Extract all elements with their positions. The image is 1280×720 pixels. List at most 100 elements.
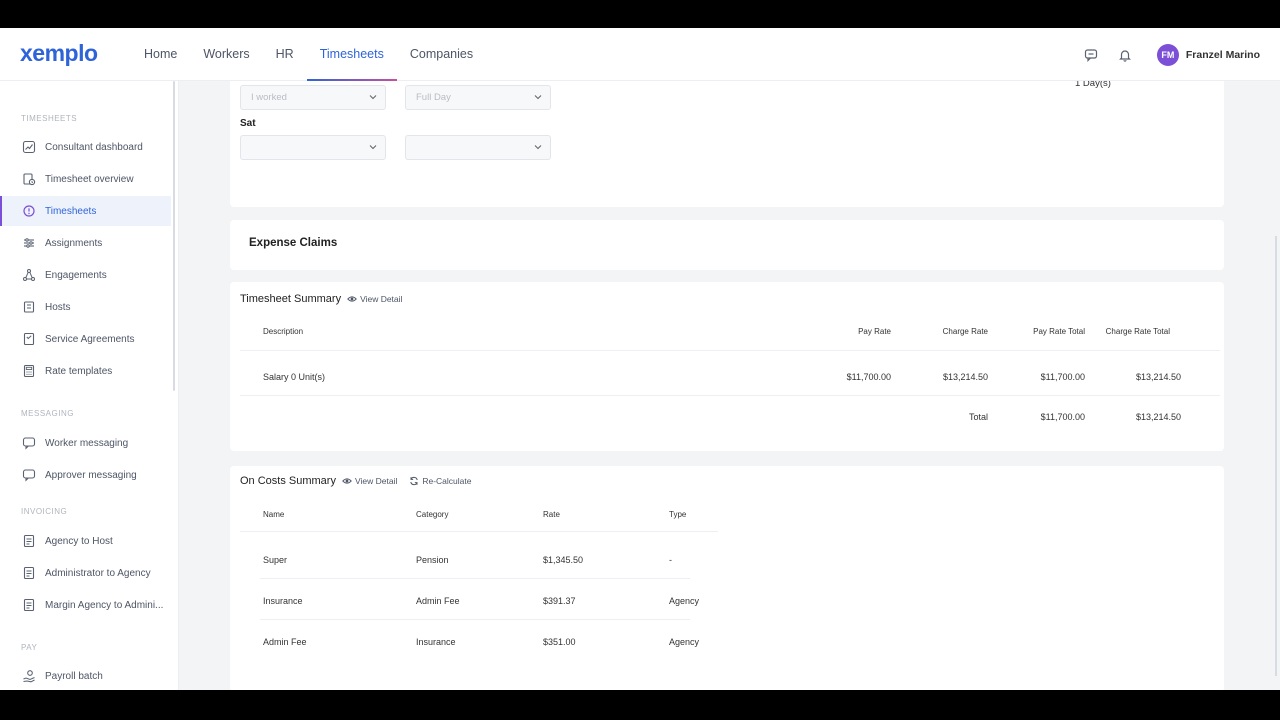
sidebar-item-label: Worker messaging: [45, 437, 129, 449]
sidebar-item-label: Timesheet overview: [45, 173, 134, 185]
eye-icon: [342, 478, 352, 484]
view-detail-button[interactable]: View Detail: [347, 294, 402, 304]
row-type: Agency: [669, 637, 700, 647]
sidebar-item-assignments[interactable]: Assignments: [0, 228, 171, 258]
expense-claims-title[interactable]: Expense Claims: [249, 237, 337, 249]
app-viewport: xemplo Home Workers HR Timesheets Compan…: [0, 28, 1280, 690]
message-icon: [21, 435, 37, 451]
header-divider: [240, 531, 718, 532]
page-scrollbar[interactable]: [1275, 236, 1277, 676]
sidebar-item-worker-messaging[interactable]: Worker messaging: [0, 428, 171, 458]
chevron-down-icon: [369, 95, 377, 100]
network-icon: [21, 267, 37, 283]
schedule-card: I worked Full Day 1 Day(s) Sat: [230, 81, 1224, 207]
sidebar-item-administrator-to-agency[interactable]: Administrator to Agency: [0, 558, 171, 588]
sidebar-item-label: Administrator to Agency: [45, 567, 151, 579]
view-detail-button[interactable]: View Detail: [342, 476, 397, 486]
bell-icon[interactable]: [1117, 47, 1133, 63]
row-rate: $391.37: [543, 596, 576, 606]
sidebar-scrollbar[interactable]: [173, 81, 175, 391]
duration-select[interactable]: Full Day: [405, 85, 551, 110]
on-costs-title: On Costs Summary: [240, 475, 336, 487]
avatar[interactable]: FM: [1156, 43, 1179, 66]
row-category: Pension: [416, 555, 449, 565]
invoice-icon: [21, 565, 37, 581]
total-charge: $13,214.50: [1135, 412, 1181, 422]
col-rate: Rate: [543, 510, 560, 519]
sidebar-item-label: Engagements: [45, 269, 107, 281]
invoice-icon: [21, 597, 37, 613]
row-pay-total: $11,700.00: [1040, 372, 1085, 382]
top-navigation-bar: xemplo Home Workers HR Timesheets Compan…: [0, 28, 1280, 81]
chevron-down-icon: [369, 145, 377, 150]
nav-hr[interactable]: HR: [263, 28, 307, 81]
nav-timesheets[interactable]: Timesheets: [306, 28, 398, 81]
col-charge-rate: Charge Rate: [942, 327, 988, 336]
xemplo-logo[interactable]: xemplo: [20, 40, 98, 67]
sidebar-item-label: Approver messaging: [45, 469, 137, 481]
message-icon: [21, 467, 37, 483]
nav-home[interactable]: Home: [131, 28, 190, 81]
sidebar-item-label: Timesheets: [45, 205, 97, 217]
select-value: Full Day: [416, 92, 451, 103]
top-right-actions: FM Franzel Marino: [1083, 28, 1260, 81]
sidebar-section-invoicing: INVOICING: [21, 507, 68, 516]
building-icon: [21, 299, 37, 315]
row-category: Admin Fee: [416, 596, 460, 606]
sidebar-item-timesheets[interactable]: Timesheets: [0, 196, 171, 226]
clipboard-clock-icon: [21, 171, 37, 187]
nav-workers[interactable]: Workers: [190, 28, 262, 81]
sidebar-item-consultant-dashboard[interactable]: Consultant dashboard: [0, 132, 171, 162]
sidebar-item-label: Rate templates: [45, 365, 113, 377]
refresh-icon: [410, 476, 419, 486]
col-description: Description: [263, 327, 304, 336]
sidebar-item-margin-agency-to-admin[interactable]: Margin Agency to Admini...: [0, 590, 171, 620]
sat-duration-select[interactable]: [405, 135, 551, 160]
row-type: -: [669, 555, 672, 565]
header-divider: [240, 350, 1220, 351]
sidebar-item-payroll-batch[interactable]: Payroll batch: [0, 661, 171, 690]
sidebar-item-label: Consultant dashboard: [45, 141, 143, 153]
chat-icon[interactable]: [1083, 47, 1099, 63]
sidebar-item-label: Assignments: [45, 237, 103, 249]
chevron-down-icon: [534, 95, 542, 100]
row-pay-rate: $11,700.00: [846, 372, 891, 382]
sidebar-item-hosts[interactable]: Hosts: [0, 292, 171, 322]
total-label: Total: [968, 412, 988, 422]
row-divider: [260, 619, 690, 620]
clock-alert-icon: [21, 203, 37, 219]
user-name[interactable]: Franzel Marino: [1186, 49, 1260, 61]
sidebar-item-approver-messaging[interactable]: Approver messaging: [0, 460, 171, 490]
row-rate: $1,345.50: [543, 555, 584, 565]
sidebar-item-label: Agency to Host: [45, 535, 113, 547]
sliders-icon: [21, 235, 37, 251]
main-content: I worked Full Day 1 Day(s) Sat Expense C…: [180, 81, 1280, 690]
sidebar-item-engagements[interactable]: Engagements: [0, 260, 171, 290]
timesheet-summary-header: Timesheet Summary View Detail: [240, 293, 402, 305]
row-rate: $351.00: [543, 637, 576, 647]
row-name: Super: [263, 555, 288, 565]
nav-companies[interactable]: Companies: [397, 28, 486, 81]
recalculate-button[interactable]: Re-Calculate: [409, 476, 471, 486]
timesheet-summary-card: Timesheet Summary View Detail Descriptio…: [230, 282, 1224, 451]
sidebar-item-rate-templates[interactable]: Rate templates: [0, 356, 171, 386]
expense-claims-card: Expense Claims: [230, 220, 1224, 270]
sidebar-item-service-agreements[interactable]: Service Agreements: [0, 324, 171, 354]
sidebar-section-pay: PAY: [21, 643, 38, 652]
row-divider: [260, 578, 690, 579]
sidebar-item-agency-to-host[interactable]: Agency to Host: [0, 526, 171, 556]
row-name: Admin Fee: [263, 637, 307, 647]
col-name: Name: [263, 510, 285, 519]
trend-chart-icon: [21, 139, 37, 155]
total-pay: $11,700.00: [1040, 412, 1085, 422]
row-charge-total: $13,214.50: [1135, 372, 1181, 382]
sat-work-type-select[interactable]: [240, 135, 386, 160]
row-divider: [240, 395, 1220, 396]
work-type-select[interactable]: I worked: [240, 85, 386, 110]
hand-coin-icon: [21, 668, 37, 684]
sidebar: TIMESHEETS Consultant dashboard Timeshee…: [0, 81, 179, 690]
sidebar-item-timesheet-overview[interactable]: Timesheet overview: [0, 164, 171, 194]
sidebar-section-messaging: MESSAGING: [21, 409, 74, 418]
sidebar-item-label: Margin Agency to Admini...: [45, 599, 164, 611]
eye-icon: [347, 296, 357, 302]
